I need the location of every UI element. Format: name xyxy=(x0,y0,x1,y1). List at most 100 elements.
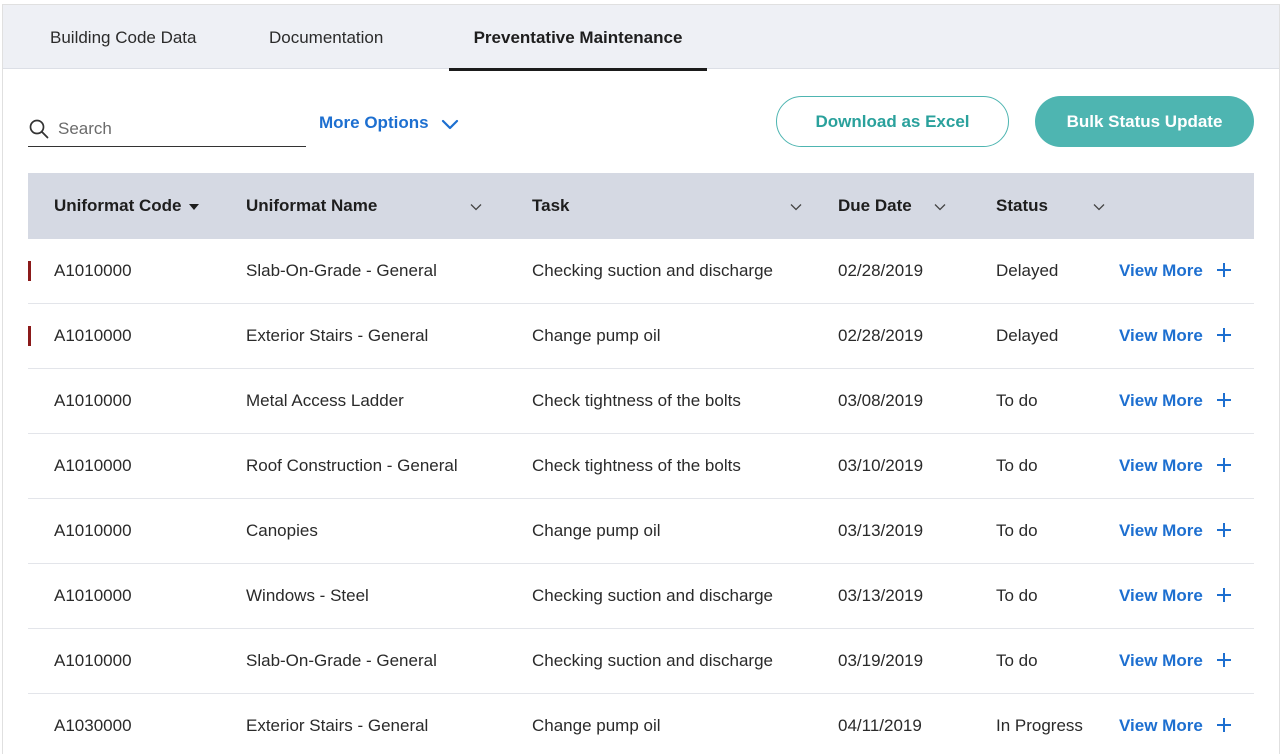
cell-status: To do xyxy=(996,586,1038,605)
tab-documentation[interactable]: Documentation xyxy=(269,5,383,69)
cell-task: Checking suction and discharge xyxy=(532,651,773,670)
cell-due-date: 03/13/2019 xyxy=(838,521,924,540)
search-input[interactable] xyxy=(58,115,298,143)
search-field xyxy=(28,111,306,147)
cell-status: To do xyxy=(996,456,1038,475)
table-header: Uniformat Code Uniformat Name Task Due D… xyxy=(28,173,1254,239)
cell-uniformat-name: Slab-On-Grade - General xyxy=(246,651,437,670)
cell-status: Delayed xyxy=(996,261,1059,280)
table-row: A1010000 Windows - Steel Checking suctio… xyxy=(28,564,1254,629)
view-more-link[interactable]: View More xyxy=(1119,694,1232,754)
cell-uniformat-code: A1010000 xyxy=(54,586,132,605)
view-more-link[interactable]: View More xyxy=(1119,564,1232,628)
plus-icon xyxy=(1216,652,1231,667)
table-row: A1010000 Metal Access Ladder Check tight… xyxy=(28,369,1254,434)
cell-task: Change pump oil xyxy=(532,326,661,345)
cell-uniformat-name: Slab-On-Grade - General xyxy=(246,261,437,280)
tab-bar: Building Code Data Documentation Prevent… xyxy=(3,5,1279,71)
view-more-link[interactable]: View More xyxy=(1119,434,1232,498)
chevron-down-icon xyxy=(442,119,459,129)
search-icon xyxy=(29,119,49,139)
cell-due-date: 03/08/2019 xyxy=(838,391,924,410)
plus-icon xyxy=(1216,522,1231,537)
sort-desc-icon xyxy=(188,203,199,210)
bulk-status-update-button[interactable]: Bulk Status Update xyxy=(1035,96,1254,147)
chevron-down-icon[interactable] xyxy=(1093,203,1105,211)
cell-uniformat-code: A1010000 xyxy=(54,521,132,540)
plus-icon xyxy=(1216,457,1231,472)
more-options-toggle[interactable]: More Options xyxy=(319,108,459,138)
view-more-label: View More xyxy=(1119,391,1203,410)
column-header-status[interactable]: Status xyxy=(996,173,1048,239)
delayed-flag xyxy=(28,261,31,281)
column-header-uniformat-code[interactable]: Uniformat Code xyxy=(54,173,200,239)
view-more-label: View More xyxy=(1119,521,1203,540)
table-body: A1010000 Slab-On-Grade - General Checkin… xyxy=(28,239,1254,754)
cell-task: Checking suction and discharge xyxy=(532,586,773,605)
cell-due-date: 03/10/2019 xyxy=(838,456,924,475)
active-tab-indicator xyxy=(449,68,707,71)
column-header-due-date[interactable]: Due Date xyxy=(838,173,912,239)
plus-icon xyxy=(1216,587,1231,602)
view-more-label: View More xyxy=(1119,456,1203,475)
cell-uniformat-code: A1010000 xyxy=(54,326,132,345)
view-more-link[interactable]: View More xyxy=(1119,239,1232,303)
cell-uniformat-name: Canopies xyxy=(246,521,318,540)
cell-uniformat-code: A1010000 xyxy=(54,651,132,670)
table-row: A1010000 Roof Construction - General Che… xyxy=(28,434,1254,499)
cell-status: To do xyxy=(996,651,1038,670)
plus-icon xyxy=(1216,327,1231,342)
cell-due-date: 02/28/2019 xyxy=(838,261,924,280)
table-row: A1010000 Slab-On-Grade - General Checkin… xyxy=(28,629,1254,694)
cell-uniformat-name: Roof Construction - General xyxy=(246,456,458,475)
column-header-uniformat-name[interactable]: Uniformat Name xyxy=(246,173,377,239)
cell-status: In Progress xyxy=(996,716,1083,735)
view-more-link[interactable]: View More xyxy=(1119,629,1232,693)
cell-uniformat-code: A1030000 xyxy=(54,716,132,735)
chevron-down-icon[interactable] xyxy=(790,203,802,211)
view-more-label: View More xyxy=(1119,326,1203,345)
cell-task: Checking suction and discharge xyxy=(532,261,773,280)
cell-task: Check tightness of the bolts xyxy=(532,391,741,410)
chevron-down-icon[interactable] xyxy=(934,203,946,211)
more-options-label: More Options xyxy=(319,113,429,132)
plus-icon xyxy=(1216,392,1231,407)
cell-uniformat-name: Exterior Stairs - General xyxy=(246,326,429,345)
cell-status: To do xyxy=(996,521,1038,540)
cell-uniformat-code: A1010000 xyxy=(54,456,132,475)
table-row: A1030000 Exterior Stairs - General Chang… xyxy=(28,694,1254,754)
cell-due-date: 02/28/2019 xyxy=(838,326,924,345)
view-more-label: View More xyxy=(1119,586,1203,605)
table-row: A1010000 Canopies Change pump oil 03/13/… xyxy=(28,499,1254,564)
download-excel-button[interactable]: Download as Excel xyxy=(776,96,1009,147)
view-more-link[interactable]: View More xyxy=(1119,499,1232,563)
plus-icon xyxy=(1216,717,1231,732)
delayed-flag xyxy=(28,326,31,346)
cell-uniformat-name: Windows - Steel xyxy=(246,586,369,605)
column-header-task[interactable]: Task xyxy=(532,173,570,239)
cell-uniformat-code: A1010000 xyxy=(54,261,132,280)
tab-building-code-data[interactable]: Building Code Data xyxy=(50,5,196,69)
column-label: Uniformat Code xyxy=(54,196,182,215)
cell-task: Check tightness of the bolts xyxy=(532,456,741,475)
chevron-down-icon[interactable] xyxy=(470,203,482,211)
cell-uniformat-code: A1010000 xyxy=(54,391,132,410)
view-more-link[interactable]: View More xyxy=(1119,304,1232,368)
view-more-label: View More xyxy=(1119,651,1203,670)
table-row: A1010000 Slab-On-Grade - General Checkin… xyxy=(28,239,1254,304)
cell-due-date: 04/11/2019 xyxy=(838,716,922,735)
tab-preventative-maintenance[interactable]: Preventative Maintenance xyxy=(449,5,707,71)
cell-due-date: 03/13/2019 xyxy=(838,586,924,605)
view-more-link[interactable]: View More xyxy=(1119,369,1232,433)
cell-task: Change pump oil xyxy=(532,521,661,540)
table-row: A1010000 Exterior Stairs - General Chang… xyxy=(28,304,1254,369)
maintenance-table: Uniformat Code Uniformat Name Task Due D… xyxy=(28,173,1254,754)
cell-status: To do xyxy=(996,391,1038,410)
plus-icon xyxy=(1216,262,1231,277)
cell-uniformat-name: Metal Access Ladder xyxy=(246,391,404,410)
tab-label: Preventative Maintenance xyxy=(473,28,683,47)
cell-due-date: 03/19/2019 xyxy=(838,651,924,670)
cell-uniformat-name: Exterior Stairs - General xyxy=(246,716,429,735)
view-more-label: View More xyxy=(1119,716,1203,735)
cell-status: Delayed xyxy=(996,326,1059,345)
